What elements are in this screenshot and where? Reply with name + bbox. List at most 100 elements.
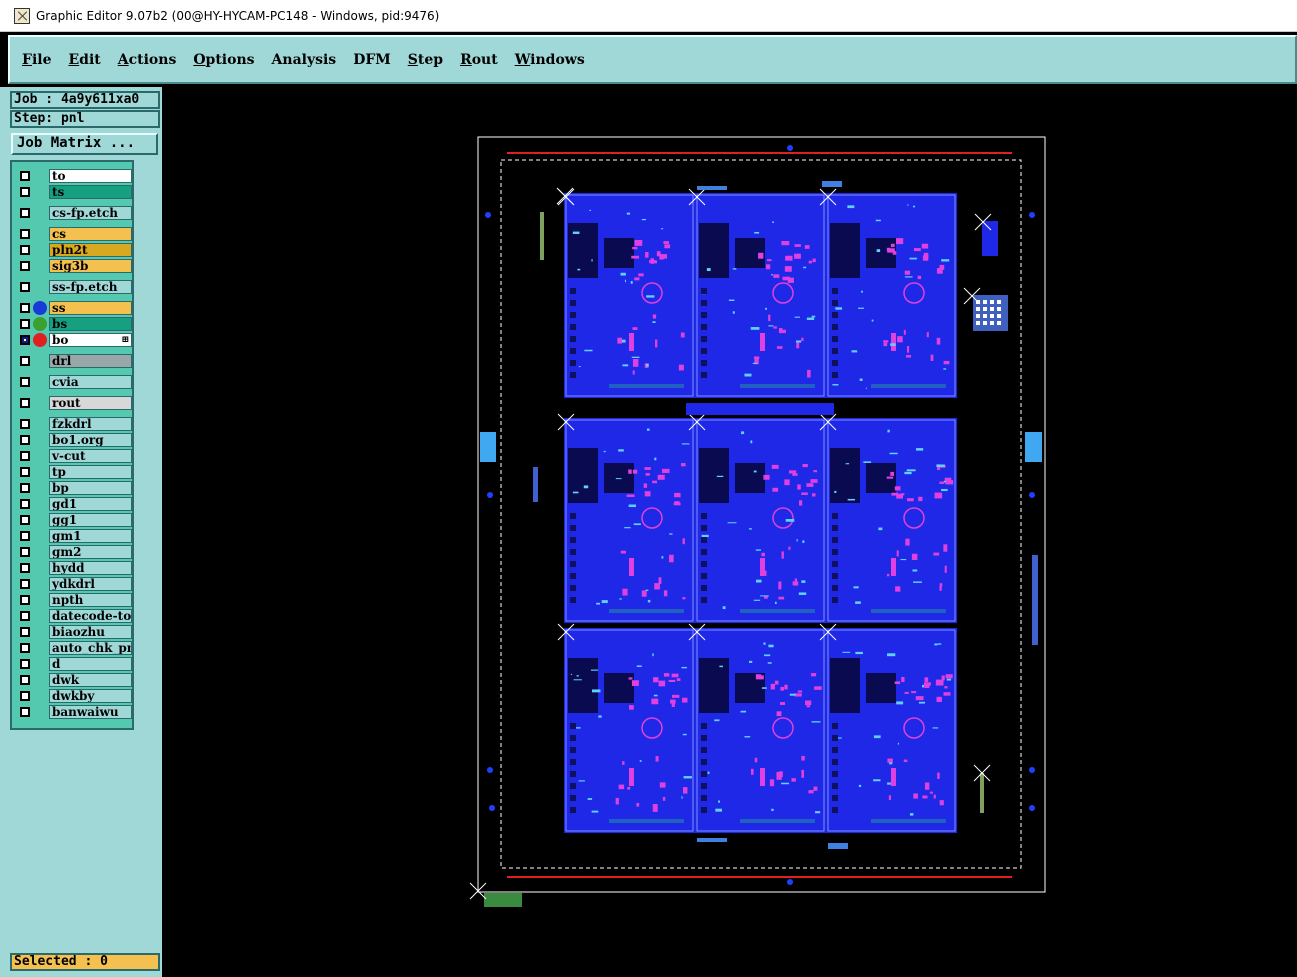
layer-checkbox[interactable] <box>20 563 30 573</box>
layer-name[interactable]: v-cut <box>49 449 132 463</box>
menu-analysis[interactable]: Analysis <box>272 52 337 68</box>
layer-name[interactable]: dwkby <box>49 689 132 703</box>
menu-file[interactable]: File <box>22 52 52 68</box>
layer-row-ts[interactable]: ts <box>16 185 132 199</box>
layer-name[interactable]: auto_chk_pnl <box>49 641 132 655</box>
layer-checkbox[interactable] <box>20 483 30 493</box>
layer-row-gg1[interactable]: gg1 <box>16 513 132 527</box>
layer-checkbox[interactable] <box>20 319 30 329</box>
layer-checkbox[interactable] <box>20 499 30 509</box>
layer-row-sig3b[interactable]: sig3b <box>16 259 132 273</box>
layer-name[interactable]: bo1.org <box>49 433 132 447</box>
layer-row-cs[interactable]: cs <box>16 227 132 241</box>
layer-checkbox[interactable] <box>20 707 30 717</box>
layer-checkbox[interactable] <box>20 611 30 621</box>
window-title-bar[interactable]: Graphic Editor 9.07b2 (00@HY-HYCAM-PC148… <box>0 0 1297 32</box>
layer-name[interactable]: drl <box>49 354 132 368</box>
layer-row-bs[interactable]: bs <box>16 317 132 331</box>
layer-color-dot[interactable] <box>33 333 47 347</box>
layer-row-hydd[interactable]: hydd <box>16 561 132 575</box>
layer-checkbox[interactable] <box>20 547 30 557</box>
layer-row-fzkdrl[interactable]: fzkdrl <box>16 417 132 431</box>
layer-checkbox[interactable] <box>20 435 30 445</box>
layer-name[interactable]: sig3b <box>49 259 132 273</box>
layer-row-gm2[interactable]: gm2 <box>16 545 132 559</box>
layer-name[interactable]: ss-fp.etch <box>49 280 132 294</box>
layer-checkbox[interactable] <box>20 675 30 685</box>
layer-row-datecode-to[interactable]: datecode-to <box>16 609 132 623</box>
layer-checkbox[interactable] <box>20 208 30 218</box>
layer-row-ss[interactable]: ss <box>16 301 132 315</box>
layer-name[interactable]: fzkdrl <box>49 417 132 431</box>
layer-name[interactable]: cs <box>49 227 132 241</box>
layer-row-to[interactable]: to <box>16 169 132 183</box>
layer-name[interactable]: bs <box>49 317 132 331</box>
layer-checkbox[interactable] <box>20 303 30 313</box>
layer-name[interactable]: pln2t <box>49 243 132 257</box>
panel-drawing[interactable] <box>162 87 1297 977</box>
layer-name[interactable]: d <box>49 657 132 671</box>
layer-row-drl[interactable]: drl <box>16 354 132 368</box>
layer-name[interactable]: banwaiwu <box>49 705 132 719</box>
layer-row-ss-fp.etch[interactable]: ss-fp.etch <box>16 280 132 294</box>
menu-options[interactable]: Options <box>193 52 254 68</box>
layer-checkbox[interactable] <box>20 627 30 637</box>
layer-row-cvia[interactable]: cvia <box>16 375 132 389</box>
layer-checkbox[interactable] <box>20 261 30 271</box>
layer-checkbox[interactable] <box>20 595 30 605</box>
layer-row-dwkby[interactable]: dwkby <box>16 689 132 703</box>
graphic-canvas[interactable] <box>162 87 1297 977</box>
layer-name[interactable]: bo ⊞ <box>49 333 132 347</box>
layer-name[interactable]: dwk <box>49 673 132 687</box>
layer-checkbox[interactable] <box>20 187 30 197</box>
layer-name[interactable]: datecode-to <box>49 609 132 623</box>
layer-name[interactable]: ss <box>49 301 132 315</box>
layer-checkbox[interactable] <box>20 356 30 366</box>
layer-checkbox[interactable] <box>20 171 30 181</box>
layer-expand-icon[interactable]: ⊞ <box>121 334 129 346</box>
layer-row-ydkdrl[interactable]: ydkdrl <box>16 577 132 591</box>
menu-step[interactable]: Step <box>408 52 443 68</box>
layer-checkbox[interactable] <box>20 282 30 292</box>
layer-row-dwk[interactable]: dwk <box>16 673 132 687</box>
layer-row-bo[interactable]: bo ⊞ <box>16 333 132 347</box>
layer-name[interactable]: gg1 <box>49 513 132 527</box>
layer-row-gm1[interactable]: gm1 <box>16 529 132 543</box>
layer-row-v-cut[interactable]: v-cut <box>16 449 132 463</box>
layer-name[interactable]: cs-fp.etch <box>49 206 132 220</box>
layer-name[interactable]: to <box>49 169 132 183</box>
layer-name[interactable]: hydd <box>49 561 132 575</box>
layer-checkbox[interactable] <box>20 229 30 239</box>
layer-checkbox[interactable] <box>20 335 30 345</box>
layer-name[interactable]: npth <box>49 593 132 607</box>
menu-actions[interactable]: Actions <box>118 52 177 68</box>
layer-name[interactable]: ts <box>49 185 132 199</box>
menu-edit[interactable]: Edit <box>69 52 101 68</box>
layer-checkbox[interactable] <box>20 451 30 461</box>
layer-row-bp[interactable]: bp <box>16 481 132 495</box>
layer-row-d[interactable]: d <box>16 657 132 671</box>
layer-name[interactable]: bp <box>49 481 132 495</box>
layer-row-biaozhu[interactable]: biaozhu <box>16 625 132 639</box>
layer-checkbox[interactable] <box>20 531 30 541</box>
job-matrix-button[interactable]: Job Matrix ... <box>11 133 158 155</box>
layer-row-npth[interactable]: npth <box>16 593 132 607</box>
layer-row-banwaiwu[interactable]: banwaiwu <box>16 705 132 719</box>
layer-name[interactable]: gm1 <box>49 529 132 543</box>
layer-row-rout[interactable]: rout <box>16 396 132 410</box>
layer-row-tp[interactable]: tp <box>16 465 132 479</box>
layer-row-auto_chk_pnl[interactable]: auto_chk_pnl <box>16 641 132 655</box>
layer-checkbox[interactable] <box>20 691 30 701</box>
layer-name[interactable]: rout <box>49 396 132 410</box>
layer-name[interactable]: cvia <box>49 375 132 389</box>
layer-checkbox[interactable] <box>20 643 30 653</box>
layer-checkbox[interactable] <box>20 398 30 408</box>
layer-name[interactable]: ydkdrl <box>49 577 132 591</box>
layer-name[interactable]: tp <box>49 465 132 479</box>
layer-row-gd1[interactable]: gd1 <box>16 497 132 511</box>
layer-checkbox[interactable] <box>20 515 30 525</box>
layer-name[interactable]: gm2 <box>49 545 132 559</box>
layer-checkbox[interactable] <box>20 419 30 429</box>
layer-checkbox[interactable] <box>20 245 30 255</box>
layer-name[interactable]: gd1 <box>49 497 132 511</box>
